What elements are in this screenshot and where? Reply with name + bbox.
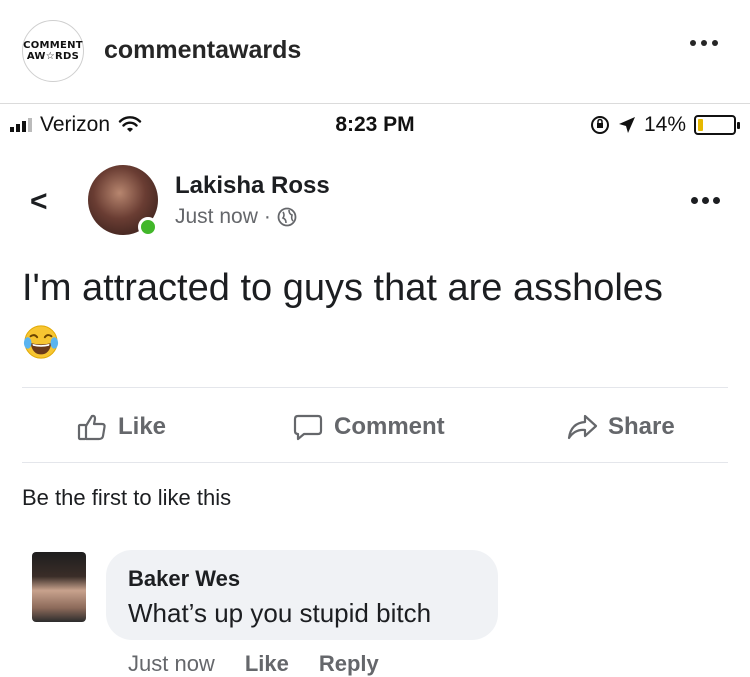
comment-time: Just now bbox=[128, 651, 215, 676]
comment-like-button[interactable]: Like bbox=[245, 651, 289, 677]
laughing-tears-emoji-icon bbox=[23, 325, 59, 359]
comment-bubble: Baker Wes What’s up you stupid bitch bbox=[106, 550, 498, 640]
share-arrow-icon bbox=[567, 414, 598, 440]
commenter-avatar[interactable] bbox=[32, 552, 86, 622]
globe-icon bbox=[277, 207, 297, 227]
comment-actions: Just now Like Reply bbox=[128, 651, 379, 677]
orientation-lock-icon bbox=[590, 116, 609, 134]
commenter-name[interactable]: Baker Wes bbox=[128, 566, 240, 592]
post-text: I'm attracted to guys that are assholes bbox=[22, 267, 663, 309]
account-username[interactable]: commentawards bbox=[104, 36, 301, 65]
divider-bottom bbox=[22, 462, 728, 463]
phone-screenshot: Verizon 8:23 PM 14% < Lakisha Ross Just … bbox=[0, 105, 750, 677]
comment-button[interactable]: Comment bbox=[292, 411, 445, 443]
post-options-icon[interactable] bbox=[691, 197, 720, 204]
instagram-header: COMMENT AW☆RDS commentawards bbox=[0, 0, 750, 104]
like-label: Like bbox=[118, 413, 167, 440]
likes-summary[interactable]: Be the first to like this bbox=[22, 485, 231, 511]
post-time[interactable]: Just now bbox=[175, 205, 258, 229]
online-status-indicator bbox=[138, 217, 158, 237]
logo-text-line2: AW☆RDS bbox=[26, 51, 80, 62]
share-label: Share bbox=[608, 413, 675, 440]
like-button[interactable]: Like bbox=[76, 411, 166, 443]
share-button[interactable]: Share bbox=[566, 411, 675, 443]
back-chevron-icon[interactable]: < bbox=[30, 185, 48, 219]
comment-reply-button[interactable]: Reply bbox=[319, 651, 379, 677]
post-meta: Just now · bbox=[175, 205, 297, 229]
status-bar: Verizon 8:23 PM 14% bbox=[0, 105, 750, 145]
comment-label: Comment bbox=[334, 413, 445, 440]
divider-top bbox=[22, 387, 728, 388]
comment-bubble-icon bbox=[293, 414, 323, 441]
location-arrow-icon bbox=[618, 117, 635, 133]
battery-icon bbox=[694, 115, 740, 135]
battery-percent: 14% bbox=[643, 113, 686, 136]
poster-name[interactable]: Lakisha Ross bbox=[175, 172, 330, 200]
meta-separator: · bbox=[263, 205, 271, 228]
thumbs-up-icon bbox=[77, 414, 106, 441]
more-options-icon[interactable] bbox=[690, 40, 718, 46]
comment-text: What’s up you stupid bitch bbox=[128, 598, 432, 628]
account-avatar[interactable]: COMMENT AW☆RDS bbox=[22, 20, 84, 82]
logo-text-line1: COMMENT bbox=[23, 40, 83, 51]
